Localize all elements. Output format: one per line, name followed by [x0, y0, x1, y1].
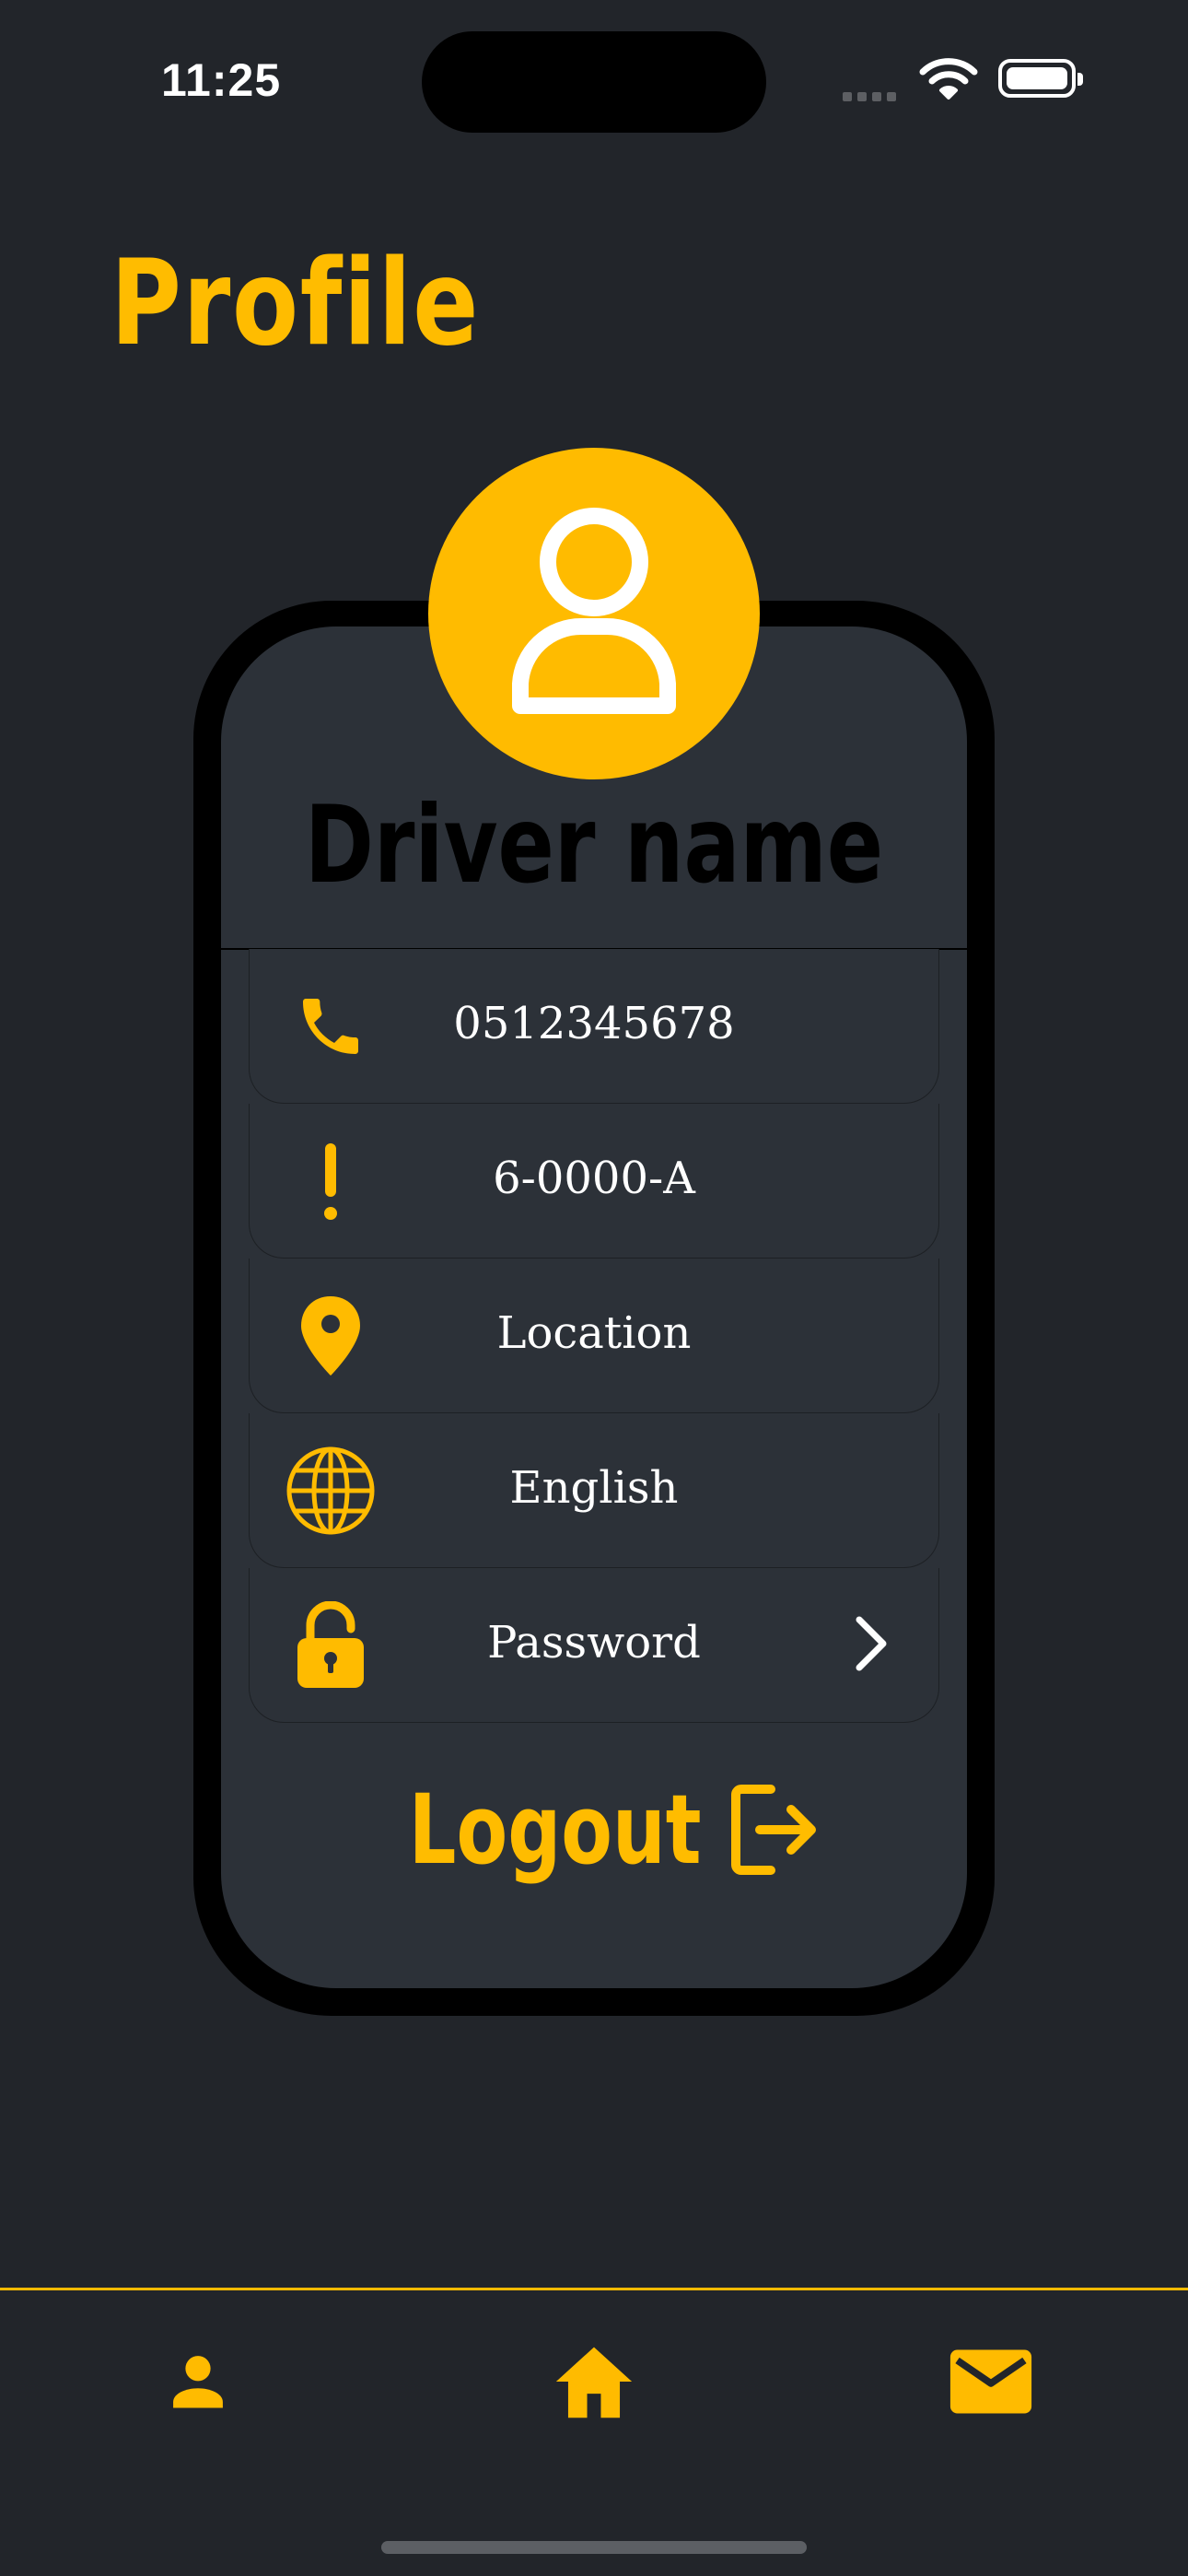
tab-messages[interactable] — [926, 2331, 1055, 2432]
language-value: English — [509, 1462, 679, 1514]
tab-home[interactable] — [530, 2331, 658, 2432]
id-value: 6-0000-A — [493, 1153, 695, 1204]
home-icon — [555, 2347, 633, 2418]
profile-info-list: 0512345678 6-0000-A Location English Pas… — [249, 949, 939, 1723]
id-row[interactable]: 6-0000-A — [249, 1104, 939, 1259]
home-indicator[interactable] — [381, 2541, 807, 2554]
chevron-right-icon[interactable] — [852, 1614, 892, 1677]
logout-icon — [730, 1785, 816, 1875]
driver-name: Driver name — [304, 783, 884, 907]
avatar[interactable] — [428, 448, 760, 779]
password-row[interactable]: Password — [249, 1568, 939, 1723]
logout-label: Logout — [409, 1774, 702, 1886]
dynamic-island — [422, 31, 766, 133]
status-time: 11:25 — [161, 54, 282, 106]
tab-profile[interactable] — [134, 2331, 262, 2432]
language-row[interactable]: English — [249, 1413, 939, 1568]
phone-value: 0512345678 — [453, 998, 735, 1049]
password-label: Password — [487, 1617, 701, 1669]
logout-button[interactable]: Logout — [0, 1774, 1188, 1886]
location-row[interactable]: Location — [249, 1259, 939, 1413]
cellular-signal-icon — [843, 88, 902, 105]
location-value: Location — [496, 1307, 692, 1359]
status-bar: 11:25 — [0, 0, 1188, 157]
wifi-icon — [919, 57, 978, 105]
phone-row[interactable]: 0512345678 — [249, 949, 939, 1104]
mail-icon — [949, 2349, 1032, 2414]
battery-icon — [998, 59, 1083, 98]
person-outline-icon — [512, 508, 676, 714]
person-icon — [173, 2356, 223, 2408]
tab-bar-divider — [0, 2288, 1188, 2290]
page-title: Profile — [111, 235, 481, 372]
